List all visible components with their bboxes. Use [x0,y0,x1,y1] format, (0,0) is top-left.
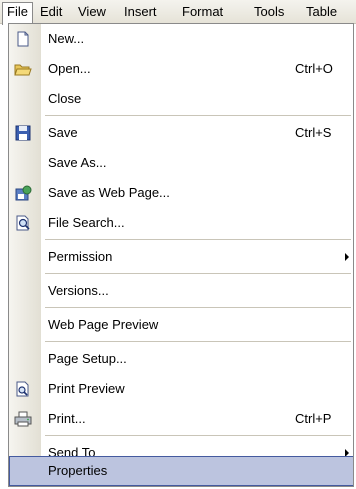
open-folder-icon [14,64,32,76]
menu-item-new[interactable]: New... [9,24,353,54]
menu-file[interactable]: File [2,2,33,25]
menu-tools[interactable]: Tools [250,3,288,21]
menu-item-versions[interactable]: Versions... [9,276,353,306]
web-page-icon [15,185,32,201]
menu-separator [45,307,351,308]
menu-item-label: Save [48,125,78,140]
menu-separator [45,239,351,240]
menu-item-save[interactable]: Save Ctrl+S [9,118,353,148]
menu-item-close[interactable]: Close [9,84,353,114]
menu-item-label: Versions... [48,283,109,298]
menu-item-web-page-preview[interactable]: Web Page Preview [9,310,353,340]
menu-item-print[interactable]: Print... Ctrl+P [9,404,353,434]
menu-separator [45,435,351,436]
menu-item-open[interactable]: Open... Ctrl+O [9,54,353,84]
menu-item-label: Save as Web Page... [48,185,170,200]
menu-item-save-as-web-page[interactable]: Save as Web Page... [9,178,353,208]
menu-table[interactable]: Table [302,3,341,21]
menu-separator [45,115,351,116]
file-search-icon [16,215,30,231]
menu-item-print-preview[interactable]: Print Preview [9,374,353,404]
menu-item-label: Save As... [48,155,107,170]
menu-view[interactable]: View [74,3,110,21]
menu-item-label: Close [48,91,82,106]
menu-insert[interactable]: Insert [120,3,161,21]
menu-item-shortcut: Ctrl+O [295,61,333,76]
floppy-disk-icon [15,125,31,141]
menu-item-label: New... [48,31,85,46]
menu-item-label: Page Setup... [48,351,127,366]
menu-item-file-search[interactable]: File Search... [9,208,353,238]
menu-item-label: Print Preview [48,381,125,396]
menu-item-shortcut: Ctrl+S [295,125,332,140]
menu-item-save-as[interactable]: Save As... [9,148,353,178]
print-preview-icon [16,381,29,397]
menu-item-label: File Search... [48,215,125,230]
menu-bar: File Edit View Insert Format Tools Table [0,0,356,25]
menu-separator [45,341,351,342]
menu-item-label: Open... [48,61,91,76]
menu-format[interactable]: Format [178,3,227,21]
menu-item-label: Properties [48,463,108,478]
menu-separator [45,273,351,274]
submenu-arrow-icon [345,253,349,261]
file-menu-dropdown: New... Open... Ctrl+O Close Save Ctrl+S … [8,23,354,487]
menu-item-page-setup[interactable]: Page Setup... [9,344,353,374]
menu-item-shortcut: Ctrl+P [295,411,332,426]
menu-item-permission[interactable]: Permission [9,242,353,272]
menu-item-label: Print... [48,411,86,426]
menu-item-properties[interactable]: Properties [9,456,353,486]
menu-item-label: Permission [48,249,113,264]
new-document-icon [17,31,29,47]
printer-icon [14,411,32,427]
menu-item-label: Web Page Preview [48,317,159,332]
menu-edit[interactable]: Edit [36,3,66,21]
